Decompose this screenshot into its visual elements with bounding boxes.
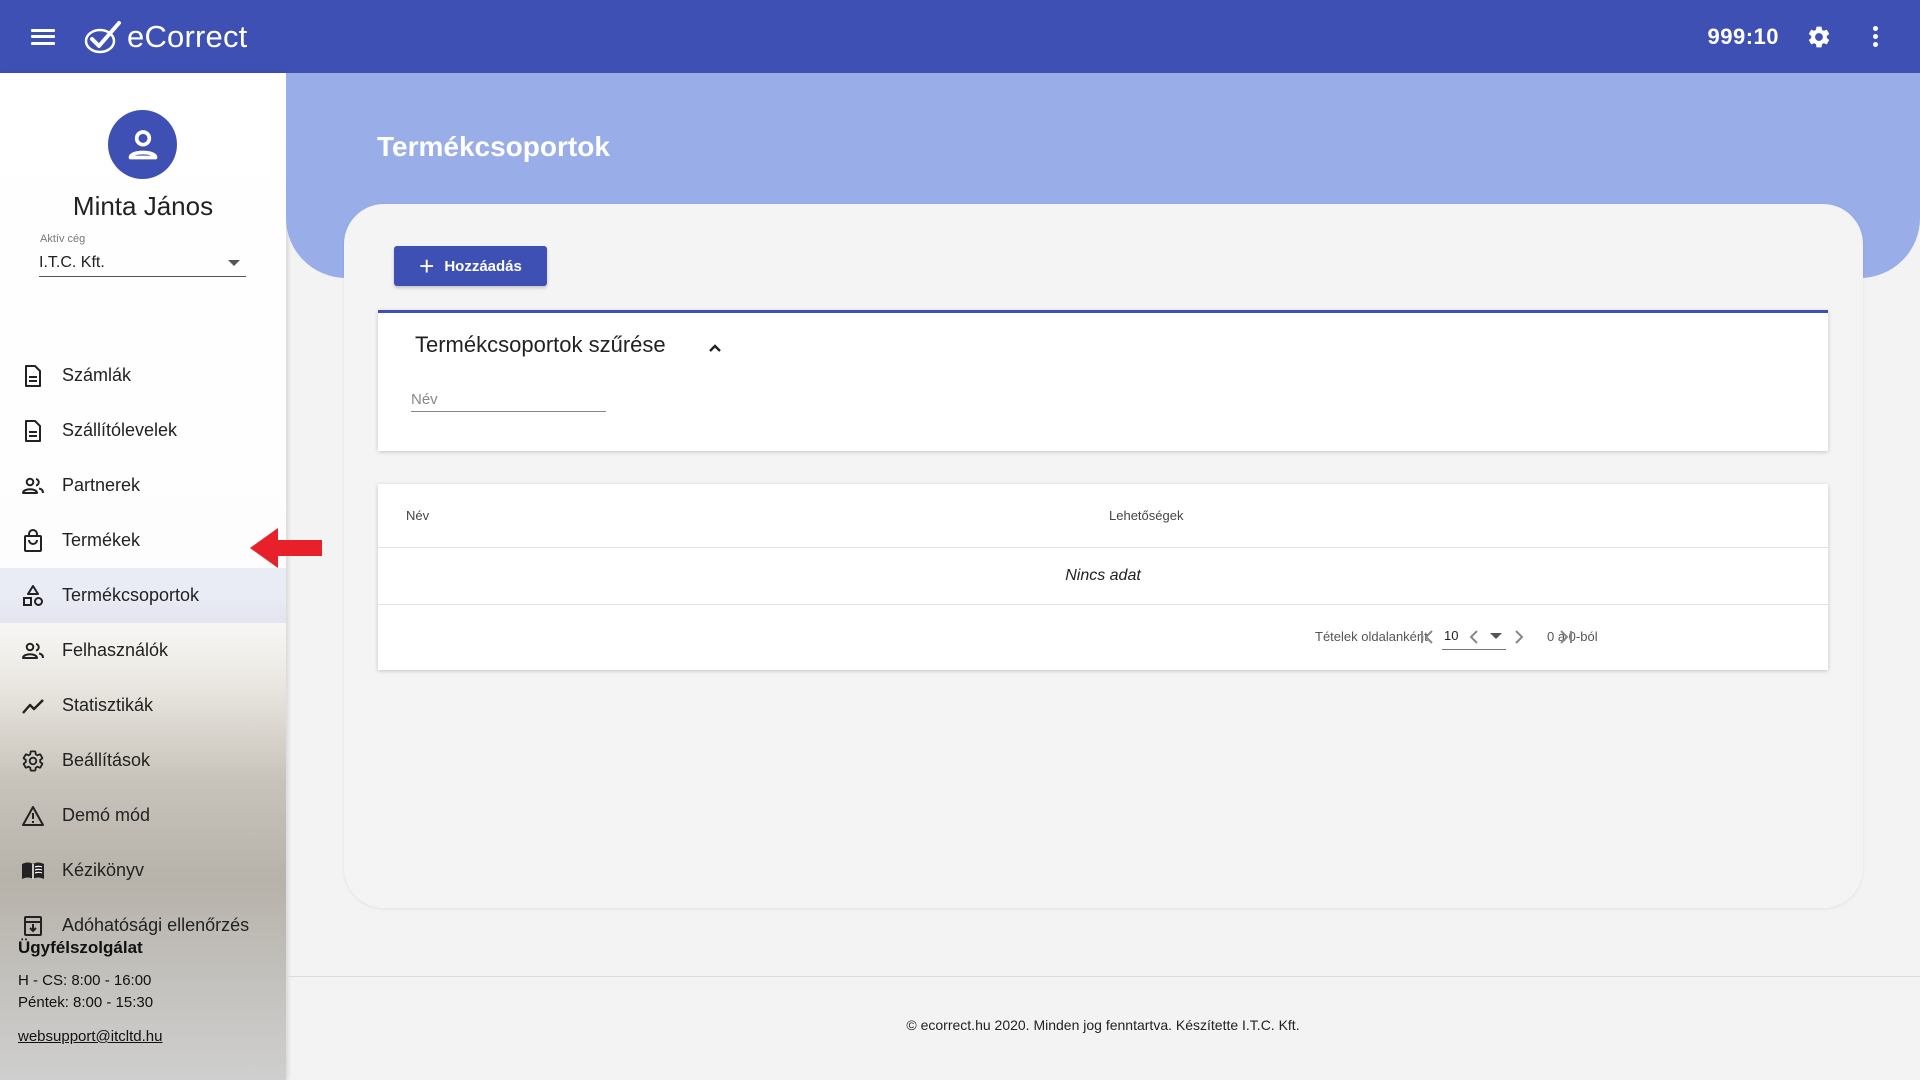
sidebar-item-label: Termékcsoportok — [62, 585, 200, 605]
menu-icon[interactable] — [29, 26, 57, 48]
add-button[interactable]: + Hozzáadás — [394, 246, 547, 286]
chevron-up-icon[interactable] — [705, 338, 725, 358]
document-icon — [20, 363, 46, 389]
plus-icon: + — [419, 251, 435, 281]
sidebar-item-termekek[interactable]: Termékek — [0, 513, 286, 568]
sidebar-item-label: Demó mód — [62, 805, 151, 825]
top-app-bar: eCorrect 999:10 — [0, 0, 1920, 73]
first-page-icon[interactable] — [1415, 624, 1441, 650]
warning-icon — [20, 803, 46, 829]
next-page-icon[interactable] — [1506, 624, 1532, 650]
company-value: I.T.C. Kft. — [39, 253, 105, 271]
support-title: Ügyfélszolgálat — [18, 938, 143, 957]
divider — [378, 604, 1828, 605]
page-title: Termékcsoportok — [377, 131, 610, 162]
shopping-bag-icon — [20, 528, 46, 554]
avatar — [108, 110, 177, 179]
ecorrect-logo-icon — [84, 20, 121, 53]
divider — [378, 547, 1828, 548]
sidebar-item-label: Adóhatósági ellenőrzés — [62, 915, 250, 935]
session-timer: 999:10 — [1707, 23, 1779, 49]
gear-icon[interactable] — [1805, 23, 1833, 51]
last-page-icon[interactable] — [1552, 624, 1578, 650]
support-email-link[interactable]: websupport@itcltd.hu — [18, 1028, 162, 1045]
sidebar-item-termekcsoportok[interactable]: Termékcsoportok — [0, 568, 286, 623]
empty-state-text: Nincs adat — [1065, 567, 1141, 584]
sidebar-item-label: Statisztikák — [62, 695, 154, 715]
column-header-name[interactable]: Név — [406, 508, 429, 523]
sidebar-item-label: Termékek — [62, 530, 141, 550]
sidebar-item-szamlak[interactable]: Számlák — [0, 348, 286, 403]
company-label: Aktív cég — [40, 233, 86, 245]
column-header-options: Lehetőségek — [1109, 508, 1184, 523]
data-table: Név Lehetőségek Nincs adat Tételek oldal… — [378, 484, 1828, 670]
sidebar-item-label: Kézikönyv — [62, 860, 145, 880]
document-icon — [20, 418, 46, 444]
sidebar-item-label: Számlák — [62, 365, 132, 385]
chevron-down-icon — [1490, 632, 1502, 639]
people-icon — [20, 638, 46, 664]
sidebar-item-partnerek[interactable]: Partnerek — [0, 458, 286, 513]
sidebar-item-label: Szállítólevelek — [62, 420, 178, 440]
sidebar-item-kezikonyv[interactable]: Kézikönyv — [0, 843, 286, 898]
company-select[interactable]: I.T.C. Kft. — [39, 249, 246, 277]
add-button-label: Hozzáadás — [444, 257, 522, 275]
rows-per-page-value: 10 — [1444, 628, 1459, 643]
sidebar-item-szallitolevelek[interactable]: Szállítólevelek — [0, 403, 286, 458]
sidebar-nav: Számlák Szállítólevelek Partnerek Termék… — [0, 348, 286, 953]
user-icon — [128, 129, 157, 159]
support-hours-weekdays: H - CS: 8:00 - 16:00 — [18, 972, 152, 989]
support-hours-friday: Péntek: 8:00 - 15:30 — [18, 994, 154, 1011]
footer-divider — [286, 976, 1920, 977]
gear-icon — [20, 748, 46, 774]
annotation-arrow-icon — [250, 528, 322, 568]
sidebar-item-label: Felhasználók — [62, 640, 169, 660]
sidebar-item-label: Beállítások — [62, 750, 151, 770]
sidebar: Minta János Aktív cég I.T.C. Kft. Számlá… — [0, 73, 286, 1080]
footer-text: © ecorrect.hu 2020. Minden jog fenntartv… — [906, 1017, 1300, 1033]
previous-page-icon[interactable] — [1461, 624, 1487, 650]
more-vert-icon[interactable] — [1861, 23, 1889, 51]
chevron-down-icon — [228, 259, 240, 266]
filter-panel: Termékcsoportok szűrése — [378, 310, 1828, 451]
app-name: eCorrect — [127, 18, 248, 54]
user-name: Minta János — [72, 191, 214, 221]
people-icon — [20, 473, 46, 499]
archive-icon — [20, 913, 46, 939]
rows-per-page-label: Tételek oldalanként — [1315, 629, 1428, 644]
name-filter-input[interactable] — [411, 377, 606, 412]
app-logo[interactable]: eCorrect — [83, 19, 247, 55]
sidebar-item-felhasznalok[interactable]: Felhasználók — [0, 623, 286, 678]
sidebar-item-label: Partnerek — [62, 475, 141, 495]
sidebar-item-demo-mod[interactable]: Demó mód — [0, 788, 286, 843]
filter-title: Termékcsoportok szűrése — [415, 332, 666, 357]
sidebar-item-statisztikak[interactable]: Statisztikák — [0, 678, 286, 733]
book-icon — [20, 858, 46, 884]
trending-icon — [20, 693, 46, 719]
sidebar-item-beallitasok[interactable]: Beállítások — [0, 733, 286, 788]
category-icon — [20, 583, 46, 609]
